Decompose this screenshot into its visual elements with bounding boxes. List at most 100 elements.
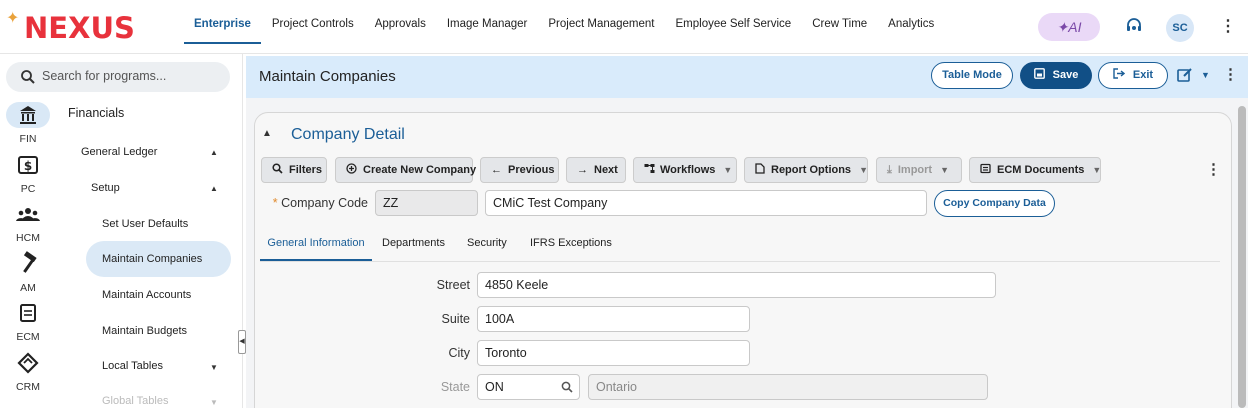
- nav-employee-self-service[interactable]: Employee Self Service: [666, 0, 802, 44]
- company-name-field[interactable]: CMiC Test Company: [485, 190, 927, 216]
- exit-icon: [1113, 68, 1125, 79]
- save-button[interactable]: Save: [1020, 62, 1092, 89]
- workflows-label: Workflows: [660, 164, 716, 176]
- edit-icon[interactable]: [1177, 67, 1193, 88]
- chevron-up-icon[interactable]: ▲: [210, 184, 218, 193]
- rail-item-ecm[interactable]: ECM: [0, 300, 56, 343]
- nav-enterprise[interactable]: Enterprise: [184, 0, 261, 44]
- chevron-up-icon[interactable]: ▲: [210, 148, 218, 157]
- page-header: Maintain Companies Table Mode Save Exit …: [246, 56, 1248, 98]
- nav-approvals[interactable]: Approvals: [365, 0, 436, 44]
- rail-label: CRM: [16, 381, 40, 393]
- nav-analytics[interactable]: Analytics: [878, 0, 944, 44]
- tab-ifrs-exceptions[interactable]: IFRS Exceptions: [530, 232, 612, 261]
- menu-item-set-user-defaults[interactable]: Set User Defaults: [102, 218, 188, 230]
- report-icon: [755, 163, 765, 174]
- rail-item-fin[interactable]: FIN: [0, 102, 56, 145]
- menu-group-local-tables[interactable]: Local Tables: [102, 360, 163, 372]
- rail-item-crm[interactable]: CRM: [0, 350, 56, 393]
- previous-label: Previous: [508, 164, 555, 176]
- import-button[interactable]: ⤓ Import ▼: [876, 157, 962, 183]
- save-label: Save: [1052, 69, 1079, 81]
- plus-circle-icon: [346, 163, 357, 174]
- search-input[interactable]: Search for programs...: [42, 69, 166, 83]
- menu-item-maintain-companies[interactable]: Maintain Companies: [102, 253, 202, 265]
- suite-field[interactable]: 100A: [477, 306, 750, 332]
- sidebar-collapse-handle[interactable]: ◀: [238, 330, 246, 354]
- chevron-down-icon[interactable]: ▼: [210, 398, 218, 407]
- create-label: Create New Company: [363, 164, 477, 176]
- chevron-down-icon[interactable]: ▼: [1201, 70, 1210, 80]
- company-code-label: * Company Code: [270, 196, 368, 210]
- support-headset-icon[interactable]: [1124, 16, 1144, 36]
- chevron-down-icon: ▼: [940, 165, 950, 175]
- street-field[interactable]: 4850 Keele: [477, 272, 996, 298]
- nav-project-controls[interactable]: Project Controls: [262, 0, 364, 44]
- rail-item-hcm[interactable]: HCM: [0, 201, 56, 244]
- company-code-field[interactable]: ZZ: [375, 190, 478, 216]
- chevron-down-icon: ▼: [859, 165, 868, 175]
- ecm-documents-label: ECM Documents: [997, 164, 1085, 176]
- toolbar-more-icon[interactable]: ⋮: [1206, 160, 1221, 178]
- chevron-down-icon: ▼: [723, 165, 733, 175]
- tab-departments[interactable]: Departments: [382, 232, 445, 261]
- company-code-label-text: Company Code: [281, 196, 368, 210]
- bank-icon: [6, 102, 50, 128]
- program-search[interactable]: Search for programs...: [6, 62, 230, 92]
- nav-project-management[interactable]: Project Management: [538, 0, 664, 44]
- rail-label: PC: [20, 183, 36, 195]
- nexus-logo[interactable]: ✦ NEXUS: [6, 10, 135, 46]
- search-icon: [272, 163, 283, 174]
- menu-group-general-ledger[interactable]: General Ledger: [81, 146, 157, 158]
- top-bar: ✦ NEXUS Enterprise Project Controls Appr…: [0, 0, 1248, 54]
- next-button[interactable]: → Next: [566, 157, 626, 183]
- search-icon[interactable]: [561, 381, 573, 393]
- nav-crew-time[interactable]: Crew Time: [802, 0, 877, 44]
- menu-heading-financials: Financials: [68, 106, 125, 120]
- program-menu: Financials General Ledger ▲ Setup ▲ Set …: [60, 96, 238, 408]
- copy-company-data-button[interactable]: Copy Company Data: [934, 190, 1055, 217]
- ecm-documents-button[interactable]: ECM Documents ▼: [969, 157, 1101, 183]
- collapse-caret-icon[interactable]: ▲: [262, 128, 272, 139]
- user-avatar[interactable]: SC: [1166, 14, 1194, 42]
- filters-button[interactable]: Filters: [261, 157, 327, 183]
- header-more-icon[interactable]: ⋮: [1223, 65, 1238, 83]
- exit-button[interactable]: Exit: [1098, 62, 1168, 89]
- hammer-icon: [6, 251, 50, 277]
- filters-label: Filters: [289, 164, 323, 176]
- more-vertical-icon[interactable]: ⋮: [1220, 16, 1236, 38]
- menu-item-maintain-budgets[interactable]: Maintain Budgets: [102, 325, 187, 337]
- city-field[interactable]: Toronto: [477, 340, 750, 366]
- handshake-icon: [6, 350, 50, 376]
- menu-item-maintain-accounts[interactable]: Maintain Accounts: [102, 289, 191, 301]
- arrow-left-icon: ←: [491, 164, 502, 176]
- table-mode-button[interactable]: Table Mode: [931, 62, 1013, 89]
- rail-label: ECM: [16, 331, 40, 343]
- people-icon: [6, 201, 50, 227]
- save-icon: [1033, 68, 1045, 79]
- card-title: Company Detail: [291, 126, 405, 143]
- state-code-field[interactable]: ON: [477, 374, 580, 400]
- report-options-button[interactable]: Report Options ▼: [744, 157, 868, 183]
- main-nav: Enterprise Project Controls Approvals Im…: [184, 0, 945, 54]
- report-options-label: Report Options: [771, 164, 852, 176]
- logo-text: NEXUS: [24, 11, 135, 45]
- tab-security[interactable]: Security: [467, 232, 507, 261]
- rail-item-pc[interactable]: $ PC: [0, 152, 56, 195]
- ai-assistant-button[interactable]: ✦AI: [1038, 13, 1100, 41]
- state-label: State: [440, 380, 470, 394]
- nav-image-manager[interactable]: Image Manager: [437, 0, 538, 44]
- create-new-company-button[interactable]: Create New Company: [335, 157, 477, 183]
- menu-group-global-tables[interactable]: Global Tables: [102, 395, 168, 407]
- tab-general-information[interactable]: General Information: [260, 232, 372, 261]
- vertical-scrollbar[interactable]: [1238, 106, 1246, 408]
- chevron-down-icon[interactable]: ▼: [210, 363, 218, 372]
- tabs-divider: [260, 261, 1220, 262]
- menu-group-setup[interactable]: Setup: [91, 182, 120, 194]
- document-icon: [6, 300, 50, 326]
- state-code-value: ON: [485, 380, 504, 394]
- rail-item-am[interactable]: AM: [0, 251, 56, 294]
- workflows-button[interactable]: Workflows ▼: [633, 157, 737, 183]
- search-icon: [21, 70, 35, 84]
- previous-button[interactable]: ← Previous: [480, 157, 559, 183]
